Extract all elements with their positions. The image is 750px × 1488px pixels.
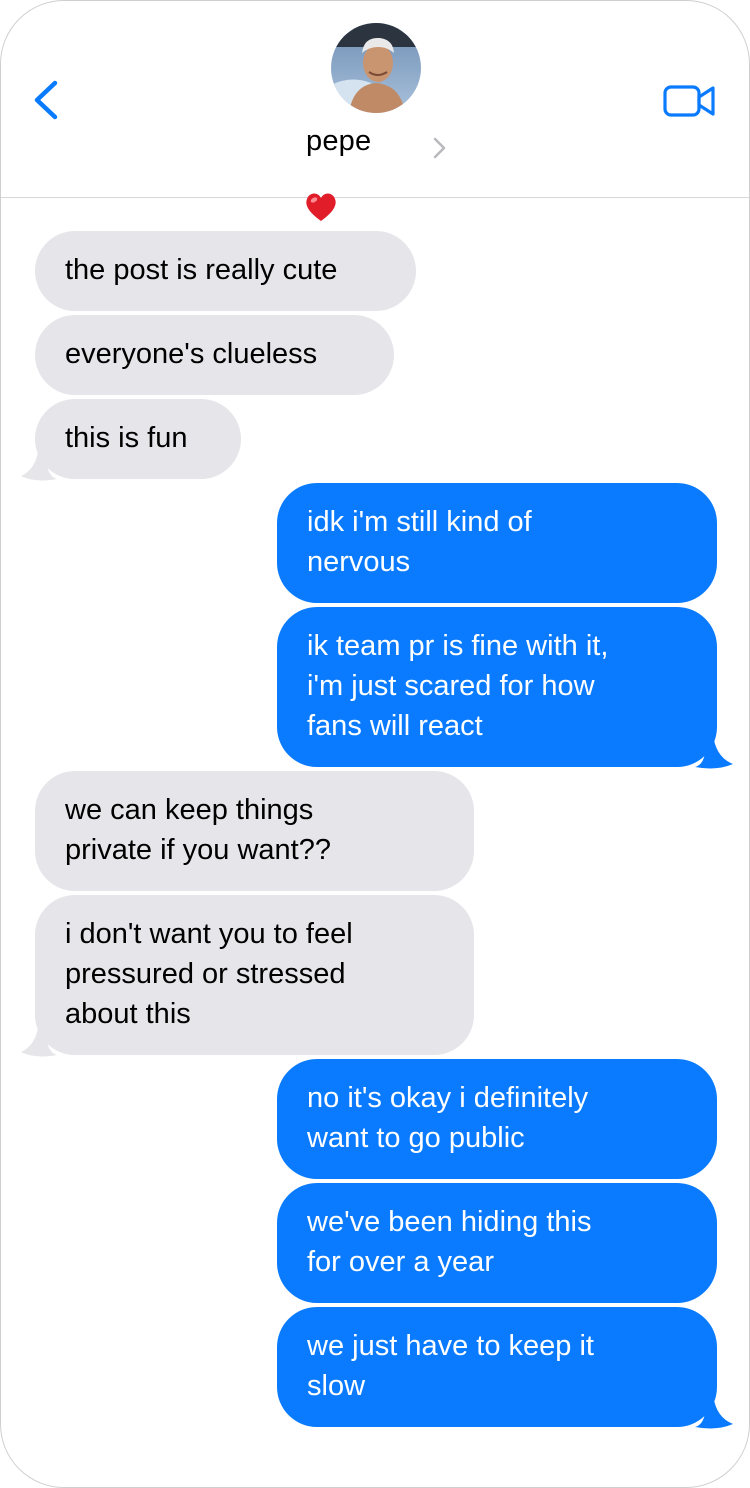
received-message[interactable]: we can keep things private if you want?? xyxy=(35,771,474,891)
back-button[interactable] xyxy=(27,75,71,125)
sent-message[interactable]: we just have to keep it slow xyxy=(277,1307,717,1427)
received-bubble-tail xyxy=(21,445,57,481)
received-message[interactable]: everyone's clueless xyxy=(35,315,394,395)
received-message[interactable]: this is fun xyxy=(35,399,241,479)
video-camera-icon xyxy=(663,85,715,117)
details-chevron[interactable] xyxy=(429,135,449,161)
sent-message[interactable]: we've been hiding this for over a year xyxy=(277,1183,717,1303)
sent-message[interactable]: no it's okay i definitely want to go pub… xyxy=(277,1059,717,1179)
chevron-right-icon xyxy=(433,137,446,159)
phone-frame: pepe the post is really cute everyone's … xyxy=(0,0,750,1488)
video-call-button[interactable] xyxy=(661,81,717,121)
contact-name[interactable]: pepe xyxy=(306,125,371,158)
heart-reaction[interactable] xyxy=(303,190,339,224)
received-bubble-tail xyxy=(21,1021,57,1057)
chevron-left-icon xyxy=(34,80,58,120)
sent-bubble-tail xyxy=(695,1393,733,1429)
conversation-header: pepe xyxy=(1,1,749,198)
sent-message[interactable]: ik team pr is fine with it, i'm just sca… xyxy=(277,607,717,767)
sent-bubble-tail xyxy=(695,733,733,769)
heart-icon xyxy=(306,193,336,221)
sent-message[interactable]: idk i'm still kind of nervous xyxy=(277,483,717,603)
received-message[interactable]: the post is really cute xyxy=(35,231,416,311)
received-message[interactable]: i don't want you to feel pressured or st… xyxy=(35,895,474,1055)
avatar[interactable] xyxy=(331,23,421,113)
